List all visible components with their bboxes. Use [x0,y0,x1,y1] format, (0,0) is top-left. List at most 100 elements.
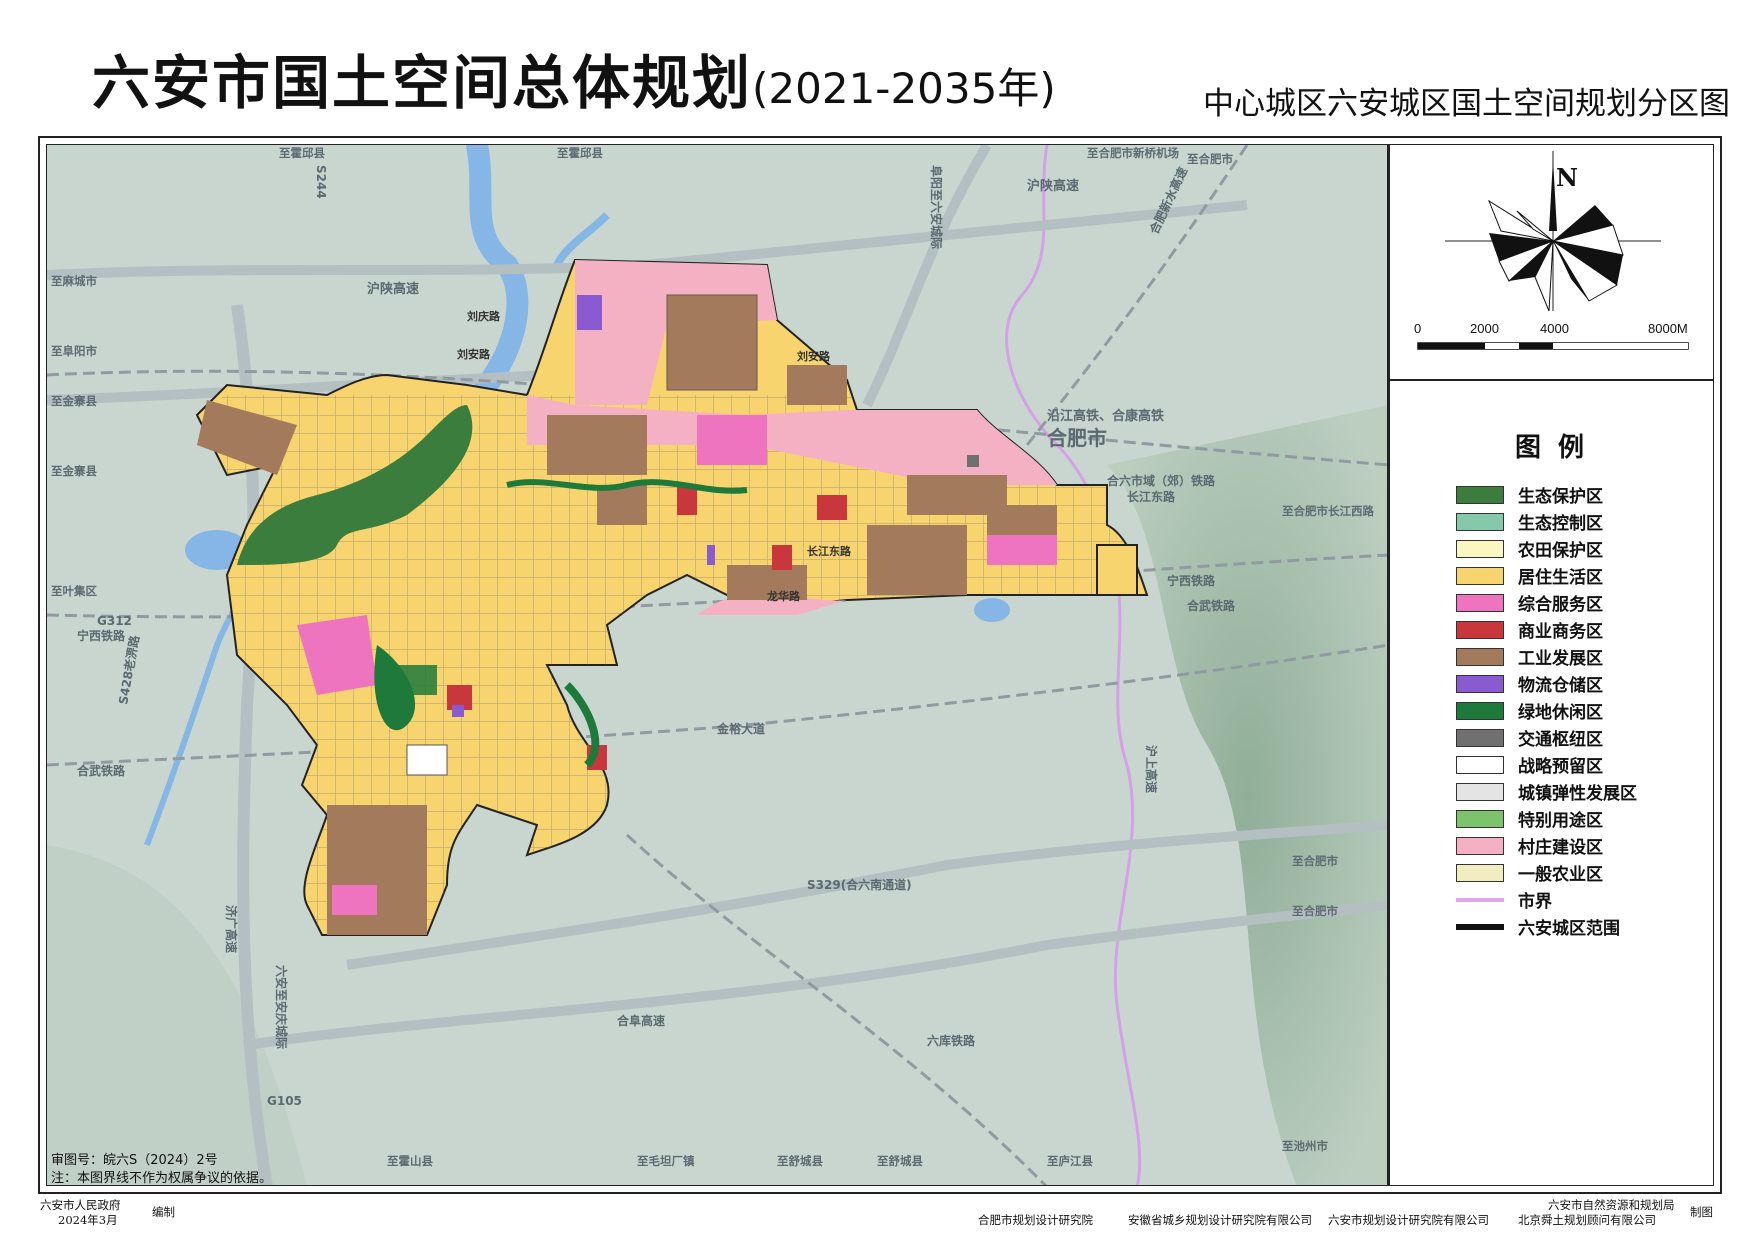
edge-top-right: 至合肥市 [1187,152,1233,166]
legend-item: 市界 [1456,886,1637,913]
legend-swatch [1456,674,1504,693]
legend-swatch [1456,755,1504,774]
industry-central-2 [597,485,647,525]
label-g105: G105 [267,1094,302,1108]
side-panel: N 0 2000 4000 8000M 图 例 生态保护区 生态控制区 农田保护… [1388,144,1714,1186]
edge-left-4: 至金寨县 [51,464,97,478]
label-yanjiang-rail: 沿江高铁、合康高铁 [1047,408,1164,424]
legend-item: 农田保护区 [1456,535,1637,562]
label-s329: S329(合六南通道) [807,877,912,892]
legend-swatch [1456,809,1504,828]
edge-right-1: 至合肥市长江西路 [1282,504,1374,518]
label-changjiang-road: 长江东路 [807,544,852,558]
compass-box: N 0 2000 4000 8000M [1390,145,1713,381]
map-title: 六安市国土空间总体规划(2021-2035年) [92,48,1056,124]
legend-swatch [1456,701,1504,720]
industry-north [666,294,758,391]
legend-label: 一般农业区 [1518,865,1603,885]
legend-swatch [1456,836,1504,855]
edge-bottom-5: 至庐江县 [1047,1154,1093,1168]
label-hefu-expressway: 合阜高速 [617,1013,665,1028]
legend-swatch [1456,890,1504,909]
legend-label: 绿地休闲区 [1518,703,1603,723]
logistics-2 [452,705,464,717]
edge-left-5: 至叶集区 [51,584,97,598]
edge-top-2: 至霍邱县 [557,146,603,160]
legend-label: 特别用途区 [1518,811,1603,831]
label-ningxi-rail-west: 宁西铁路 [77,628,126,643]
legend-label: 六安城区范围 [1518,919,1620,939]
legend-label: 村庄建设区 [1518,838,1603,858]
legend-item: 绿地休闲区 [1456,697,1637,724]
legend-swatch [1456,593,1504,612]
edge-left-1: 至麻城市 [51,274,97,288]
footer-org1: 合肥市规划设计研究院 [978,1213,1093,1227]
edge-right-2: 至合肥市 [1292,854,1338,868]
legend-swatch [1456,539,1504,558]
footer-org4: 六安市自然资源和规划局 [1548,1198,1675,1212]
legend-label: 生态保护区 [1518,487,1603,507]
footer-org3: 六安市规划设计研究院有限公司 [1328,1213,1489,1227]
service-south [332,885,377,915]
legend-label: 商业商务区 [1518,622,1603,642]
scale-bar-graphic [1417,342,1689,350]
label-longhua-road: 龙华路 [766,589,801,603]
label-heliu-rail: 合六市域（郊）铁路 [1107,473,1216,488]
compass-north-arrow [1549,159,1557,231]
label-fuyang-liuan-intercity: 阜阳至六安城际 [929,165,944,249]
transport-hub [967,455,979,467]
legend-swatch [1456,728,1504,747]
commercial-3 [772,545,792,570]
legend-item: 商业商务区 [1456,616,1637,643]
legend-swatch [1456,512,1504,531]
label-g312: G312 [97,614,132,628]
legend-label: 工业发展区 [1518,649,1603,669]
legend-item: 生态保护区 [1456,481,1637,508]
legend-item: 城镇弹性发展区 [1456,778,1637,805]
edge-bottom-6: 至池州市 [1282,1139,1328,1153]
legend-item: 特别用途区 [1456,805,1637,832]
edge-top-right-airport: 至合肥市新桥机场 [1087,146,1179,160]
edge-top-1: 至霍邱县 [279,146,325,160]
label-changjiang-east: 长江东路 [1127,489,1176,504]
map-approval-number: 审图号：皖六S（2024）2号 [51,1153,218,1168]
legend-label: 综合服务区 [1518,595,1603,615]
label-liuku-rail: 六库铁路 [927,1033,976,1048]
legend-label: 战略预留区 [1518,757,1603,777]
legend-label: 市界 [1518,892,1552,912]
edge-bottom-3: 至舒城县 [777,1154,823,1168]
label-jinyu-road: 金裕大道 [716,721,765,736]
label-liuan-road: 刘安路 [457,347,491,361]
edge-left-2: 至阜阳市 [51,344,97,358]
green-leisure-3 [397,665,437,695]
map-disclaimer: 注：本图界线不作为权属争议的依据。 [51,1171,273,1186]
label-hewu-rail: 合武铁路 [1187,598,1236,613]
legend-label: 交通枢纽区 [1518,730,1603,750]
legend-swatch [1456,782,1504,801]
legend-item: 六安城区范围 [1456,913,1637,940]
label-ningxi-rail: 宁西铁路 [1167,573,1216,588]
legend-swatch [1456,917,1504,936]
label-hushang-expressway: 沪上高速 [1144,745,1159,793]
map-panel[interactable]: 合肥市 沪陕高速 沪陕高速 沿江高铁、合康高铁 合六市域（郊）铁路 长江东路 宁… [46,144,1388,1186]
industry-east-2 [867,525,967,595]
scale-label-0: 0 [1414,321,1422,336]
edge-bottom-2: 至毛坦厂镇 [637,1154,695,1168]
map-subtitle: 中心城区六安城区国土空间规划分区图 [1203,86,1730,122]
legend-label: 居住生活区 [1518,568,1603,588]
map-title-main: 六安市国土空间总体规划 [92,49,753,117]
footer-compiled: 编制 [152,1205,175,1219]
zoning-map[interactable]: 合肥市 沪陕高速 沪陕高速 沿江高铁、合康高铁 合六市域（郊）铁路 长江东路 宁… [47,145,1388,1186]
edge-bottom-4: 至舒城县 [877,1154,923,1168]
industry-central-1 [547,415,647,475]
legend-item: 物流仓储区 [1456,670,1637,697]
label-s244: S244 [314,165,328,199]
legend-label: 生态控制区 [1518,514,1603,534]
legend-swatch [1456,647,1504,666]
legend-item: 工业发展区 [1456,643,1637,670]
legend-item: 一般农业区 [1456,859,1637,886]
legend-label: 农田保护区 [1518,541,1603,561]
legend-item: 战略预留区 [1456,751,1637,778]
legend-item: 综合服务区 [1456,589,1637,616]
pond-east [974,598,1010,622]
